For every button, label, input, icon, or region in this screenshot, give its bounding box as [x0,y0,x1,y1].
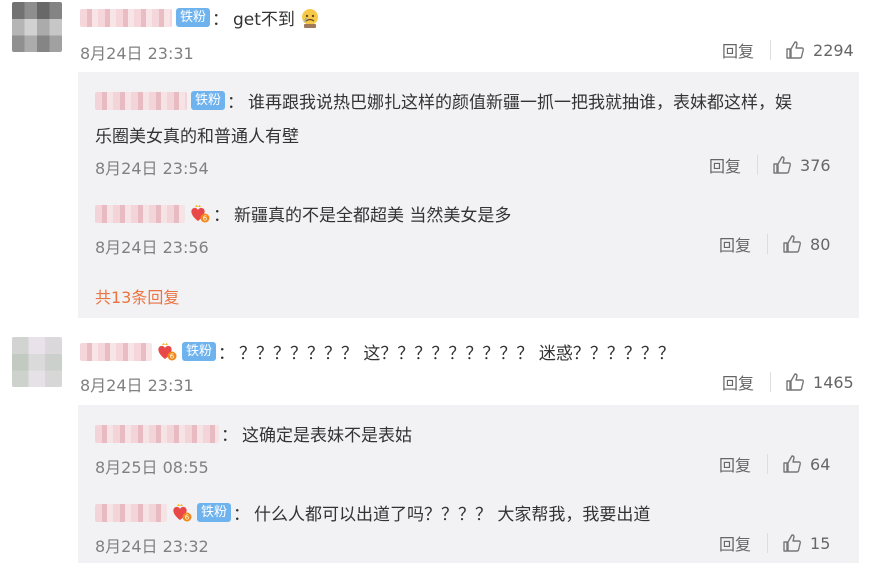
comment-item: 铁粉 ： get不到 8月24日 23:31 回复 2294 铁粉 ： 谁再跟我… [0,0,875,320]
fan-badge: 铁粉 [176,8,211,27]
divider [757,155,759,175]
fan-badge: 铁粉 [182,342,217,361]
username-blurred[interactable] [80,342,152,361]
like-button[interactable]: 2294 [785,40,854,60]
thumbs-up-icon [773,156,791,174]
colon: ： [218,344,236,364]
reply-button[interactable]: 回复 [709,153,741,177]
like-count: 64 [810,454,831,474]
heart-badge-icon: 6 [171,503,193,523]
like-count: 1465 [813,372,854,392]
thumbs-up-icon [783,235,801,253]
comment-time: 8月24日 23:31 [80,376,194,395]
reply-button[interactable]: 回复 [719,531,751,555]
divider [770,40,772,60]
fan-badge: 铁粉 [191,91,226,110]
like-button[interactable]: 1465 [785,372,854,392]
divider [767,234,769,254]
like-button[interactable]: 64 [782,454,830,474]
like-button[interactable]: 376 [772,155,831,175]
comment-text: get不到 [233,10,295,30]
reply-text: 什么人都可以出道了吗？？？？ 大家帮我，我要出道 [254,505,651,525]
reply-time: 8月24日 23:32 [95,537,209,556]
like-count: 376 [800,155,831,175]
username-blurred[interactable] [95,503,167,522]
reply-time: 8月24日 23:56 [95,238,209,257]
reply-box: ： 这确定是表妹不是表姑 8月25日 08:55 回复 64 6 铁粉 ： 什么… [78,405,859,563]
svg-text:6: 6 [170,352,175,360]
comment-text: ？？？？？？？ 这？？？？？？？？？ 迷惑？？？？？？ [239,344,675,364]
heart-badge-icon: 6 [156,342,178,362]
like-button[interactable]: 80 [782,234,830,254]
like-count: 80 [810,234,831,254]
divider [767,533,769,553]
avatar[interactable] [12,337,62,387]
reply-button[interactable]: 回复 [722,38,754,62]
reply-button[interactable]: 回复 [722,370,754,394]
like-count: 15 [810,533,831,553]
reply-button[interactable]: 回复 [719,232,751,256]
colon: ： [212,10,230,30]
comment-item: 6 铁粉 ： ？？？？？？？ 这？？？？？？？？？ 迷惑？？？？？？ 8月24日… [0,330,875,563]
thumbs-up-icon [783,534,801,552]
reply-text: 谁再跟我说热巴娜扎这样的颜值新疆一抓一把我就抽谁，表妹都这样，娱 [248,93,793,113]
svg-text:6: 6 [203,214,208,222]
reply-text: 新疆真的不是全都超美 当然美女是多 [234,206,512,226]
username-blurred[interactable] [95,204,185,223]
more-replies-link[interactable]: 共13条回复 [95,284,179,308]
avatar[interactable] [12,2,62,52]
username-blurred[interactable] [95,424,219,443]
thumbs-up-icon [786,373,804,391]
colon: ： [233,505,251,525]
colon: ： [227,93,245,113]
like-count: 2294 [813,40,854,60]
crying-face-emoji [299,7,321,29]
like-button[interactable]: 15 [782,533,830,553]
reply-text-continued: 乐圈美女真的和普通人有壁 [95,127,299,147]
divider [770,372,772,392]
reply-box: 铁粉 ： 谁再跟我说热巴娜扎这样的颜值新疆一抓一把我就抽谁，表妹都这样，娱 乐圈… [78,72,859,318]
colon: ： [221,426,238,446]
comment-time: 8月24日 23:31 [80,44,194,63]
reply-time: 8月25日 08:55 [95,458,209,477]
svg-text:6: 6 [185,513,190,521]
heart-badge-icon: 6 [189,204,211,224]
reply-button[interactable]: 回复 [719,452,751,476]
username-blurred[interactable] [95,91,187,110]
fan-badge: 铁粉 [197,503,232,522]
divider [767,454,769,474]
username-blurred[interactable] [80,8,172,27]
reply-time: 8月24日 23:54 [95,159,209,178]
colon: ： [213,206,230,226]
thumbs-up-icon [783,455,801,473]
thumbs-up-icon [786,41,804,59]
reply-text: 这确定是表妹不是表姑 [242,426,412,446]
